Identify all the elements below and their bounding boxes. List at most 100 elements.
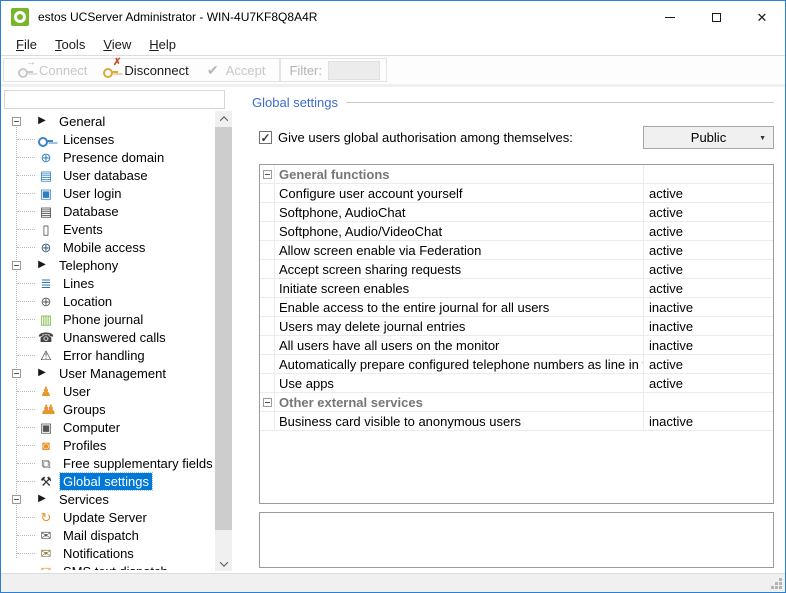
tree-guide-line	[17, 355, 35, 356]
tree-guide-line	[17, 319, 35, 320]
menu-file[interactable]: File	[7, 35, 46, 54]
sidebar-item-user[interactable]: ♟User	[3, 382, 215, 400]
menu-tools[interactable]: Tools	[46, 35, 94, 54]
accept-button[interactable]: ✔Accept	[197, 59, 274, 81]
filter-input[interactable]	[328, 61, 380, 80]
sidebar-item-error-handling[interactable]: ⚠Error handling	[3, 346, 215, 364]
globe-icon: ⊕	[38, 149, 54, 165]
setting-value[interactable]: inactive	[643, 298, 773, 317]
sidebar-item-computer[interactable]: ▣Computer	[3, 418, 215, 436]
setting-name[interactable]: Accept screen sharing requests	[275, 260, 643, 279]
sidebar-item-label: General	[56, 113, 108, 130]
group-expander-cell[interactable]	[260, 165, 275, 184]
collapse-expander-icon[interactable]	[12, 369, 21, 378]
content-area: ▶GeneralLicenses⊕Presence domain▤User da…	[1, 87, 785, 573]
sidebar-item-label: SMS text dispatch	[60, 563, 171, 571]
setting-name[interactable]: Use apps	[275, 374, 643, 393]
close-button[interactable]: ✕	[739, 1, 785, 33]
sidebar-item-free-supplementary-fields[interactable]: ⧉Free supplementary fields	[3, 454, 215, 472]
sidebar-item-location[interactable]: ⊕Location	[3, 292, 215, 310]
setting-value[interactable]: active	[643, 241, 773, 260]
setting-name[interactable]: Initiate screen enables	[275, 279, 643, 298]
tree-scrollbar[interactable]	[215, 111, 232, 571]
collapse-expander-icon[interactable]	[12, 495, 21, 504]
setting-value[interactable]: inactive	[643, 336, 773, 355]
sidebar-item-lines[interactable]: ≣Lines	[3, 274, 215, 292]
setting-value[interactable]: inactive	[643, 317, 773, 336]
setting-value[interactable]: active	[643, 184, 773, 203]
setting-value[interactable]: active	[643, 260, 773, 279]
resize-grip[interactable]	[779, 586, 782, 589]
sidebar-item-profiles[interactable]: ◙Profiles	[3, 436, 215, 454]
settings-row-gutter	[260, 412, 275, 431]
authorisation-level-dropdown[interactable]: Public ▼	[643, 126, 774, 149]
setting-value[interactable]: active	[643, 203, 773, 222]
scrollbar-thumb[interactable]	[215, 127, 232, 530]
setting-value[interactable]: active	[643, 374, 773, 393]
sidebar-item-notifications[interactable]: ✉Notifications	[3, 544, 215, 562]
menu-help[interactable]: Help	[140, 35, 185, 54]
maximize-button[interactable]	[693, 1, 739, 33]
sidebar-item-label: Telephony	[56, 257, 121, 274]
sidebar-item-database[interactable]: ▤Database	[3, 202, 215, 220]
tree-filter-box[interactable]	[4, 90, 225, 109]
global-authorisation-checkbox[interactable]: ✓ Give users global authorisation among …	[259, 130, 573, 145]
profiles-icon: ◙	[38, 437, 54, 453]
sidebar-item-general[interactable]: ▶General	[3, 112, 215, 130]
sidebar-item-mobile-access[interactable]: ⊕Mobile access	[3, 238, 215, 256]
sidebar-item-groups[interactable]: ♟♟Groups	[3, 400, 215, 418]
sidebar-item-global-settings[interactable]: ⚒Global settings	[3, 472, 215, 490]
scroll-up-button[interactable]	[215, 111, 232, 126]
minimize-button[interactable]	[647, 1, 693, 33]
setting-value[interactable]: active	[643, 279, 773, 298]
setting-name[interactable]: All users have all users on the monitor	[275, 336, 643, 355]
sidebar-item-sms-text-dispatch[interactable]: ✉SMS text dispatch	[3, 562, 215, 570]
scroll-down-button[interactable]	[215, 556, 232, 571]
sidebar-item-update-server[interactable]: ↻Update Server	[3, 508, 215, 526]
group-expander-cell[interactable]	[260, 393, 275, 412]
sidebar-item-unanswered-calls[interactable]: ☎Unanswered calls	[3, 328, 215, 346]
collapse-expander-icon[interactable]	[12, 261, 21, 270]
connect-button[interactable]: →Connect	[10, 59, 95, 81]
tree-guide-line	[17, 553, 35, 554]
setting-name[interactable]: Automatically prepare configured telepho…	[275, 355, 643, 374]
sidebar-item-telephony[interactable]: ▶ Telephony	[3, 256, 215, 274]
setting-name[interactable]: Users may delete journal entries	[275, 317, 643, 336]
sidebar-item-label: Global settings	[60, 473, 152, 490]
sidebar-item-user-login[interactable]: ▣User login	[3, 184, 215, 202]
settings-row-gutter	[260, 317, 275, 336]
setting-value[interactable]: inactive	[643, 412, 773, 431]
section-header: Global settings	[252, 95, 774, 110]
setting-name[interactable]: Configure user account yourself	[275, 184, 643, 203]
connect-button-label: Connect	[39, 63, 87, 78]
chevron-down-icon	[219, 558, 227, 566]
toolbar: →Connect✗Disconnect✔Accept Filter:	[1, 56, 785, 87]
disconnect-button[interactable]: ✗Disconnect	[95, 59, 196, 81]
sidebar-item-phone-journal[interactable]: ▥Phone journal	[3, 310, 215, 328]
setting-name[interactable]: Softphone, Audio/VideoChat	[275, 222, 643, 241]
collapse-expander-icon[interactable]	[263, 170, 272, 179]
sidebar-item-user-management[interactable]: ▶User Management	[3, 364, 215, 382]
sidebar-item-licenses[interactable]: Licenses	[3, 130, 215, 148]
menu-view[interactable]: View	[94, 35, 140, 54]
sidebar-item-mail-dispatch[interactable]: ✉Mail dispatch	[3, 526, 215, 544]
setting-name[interactable]: Allow screen enable via Federation	[275, 241, 643, 260]
sidebar-item-events[interactable]: ▯Events	[3, 220, 215, 238]
phone-icon: ☎	[38, 329, 54, 345]
setting-value[interactable]: active	[643, 222, 773, 241]
sidebar-item-user-database[interactable]: ▤User database	[3, 166, 215, 184]
sidebar-item-presence-domain[interactable]: ⊕Presence domain	[3, 148, 215, 166]
app-window: estos UCServer Administrator - WIN-4U7KF…	[0, 0, 786, 593]
sidebar-item-services[interactable]: ▶Services	[3, 490, 215, 508]
setting-name[interactable]: Enable access to the entire journal for …	[275, 298, 643, 317]
sidebar-item-label: Notifications	[60, 545, 137, 562]
window-title: estos UCServer Administrator - WIN-4U7KF…	[38, 10, 317, 24]
setting-name[interactable]: Softphone, AudioChat	[275, 203, 643, 222]
section-arrow-icon: ▶	[34, 257, 50, 273]
sidebar-item-label: Phone journal	[60, 311, 146, 328]
collapse-expander-icon[interactable]	[12, 117, 21, 126]
setting-value[interactable]: active	[643, 355, 773, 374]
collapse-expander-icon[interactable]	[263, 398, 272, 407]
setting-name[interactable]: Business card visible to anonymous users	[275, 412, 643, 431]
chevron-up-icon	[219, 116, 227, 124]
